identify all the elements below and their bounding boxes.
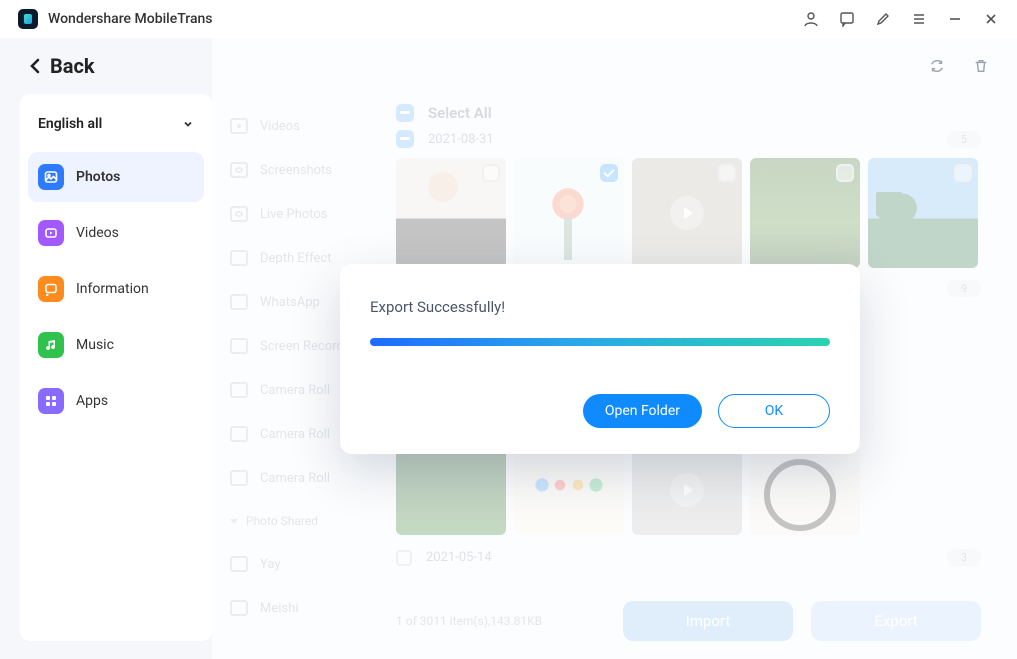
edit-icon[interactable] [875, 11, 891, 27]
header: Back [0, 38, 1017, 94]
sidebar-item-music[interactable]: Music [28, 320, 204, 370]
menu-icon[interactable] [911, 11, 927, 27]
sidebar-item-label: Photos [76, 169, 120, 185]
sidebar-item-label: Music [76, 337, 114, 353]
close-icon[interactable] [983, 11, 999, 27]
export-success-dialog: Export Successfully! Open Folder OK [340, 264, 860, 454]
apps-icon [38, 388, 64, 414]
progress-bar [370, 338, 830, 346]
sidebar-item-label: Apps [76, 393, 108, 409]
titlebar: Wondershare MobileTrans [0, 0, 1017, 38]
information-icon [38, 276, 64, 302]
language-selector[interactable]: English all [28, 108, 204, 146]
sidebar-item-videos[interactable]: Videos [28, 208, 204, 258]
sidebar-item-photos[interactable]: Photos [28, 152, 204, 202]
account-icon[interactable] [803, 11, 819, 27]
ok-button[interactable]: OK [718, 394, 830, 428]
minimize-icon[interactable] [947, 11, 963, 27]
chevron-left-icon [28, 57, 42, 75]
back-button[interactable]: Back [28, 54, 95, 78]
back-label: Back [50, 54, 95, 78]
app-logo [18, 9, 38, 29]
videos-icon [38, 220, 64, 246]
open-folder-button[interactable]: Open Folder [583, 394, 702, 428]
titlebar-actions [803, 11, 999, 27]
chevron-down-icon [182, 118, 194, 130]
language-label: English all [38, 116, 102, 132]
music-icon [38, 332, 64, 358]
refresh-icon[interactable] [929, 58, 945, 74]
delete-icon[interactable] [973, 58, 989, 74]
sidebar-item-label: Videos [76, 225, 119, 241]
feedback-icon[interactable] [839, 11, 855, 27]
sidebar-item-information[interactable]: Information [28, 264, 204, 314]
sidebar-item-label: Information [76, 281, 149, 297]
sidebar-item-apps[interactable]: Apps [28, 376, 204, 426]
photos-icon [38, 164, 64, 190]
app-title: Wondershare MobileTrans [48, 11, 213, 27]
dialog-title: Export Successfully! [370, 298, 830, 316]
sidebar: English all Photos Videos Information Mu… [20, 94, 212, 641]
